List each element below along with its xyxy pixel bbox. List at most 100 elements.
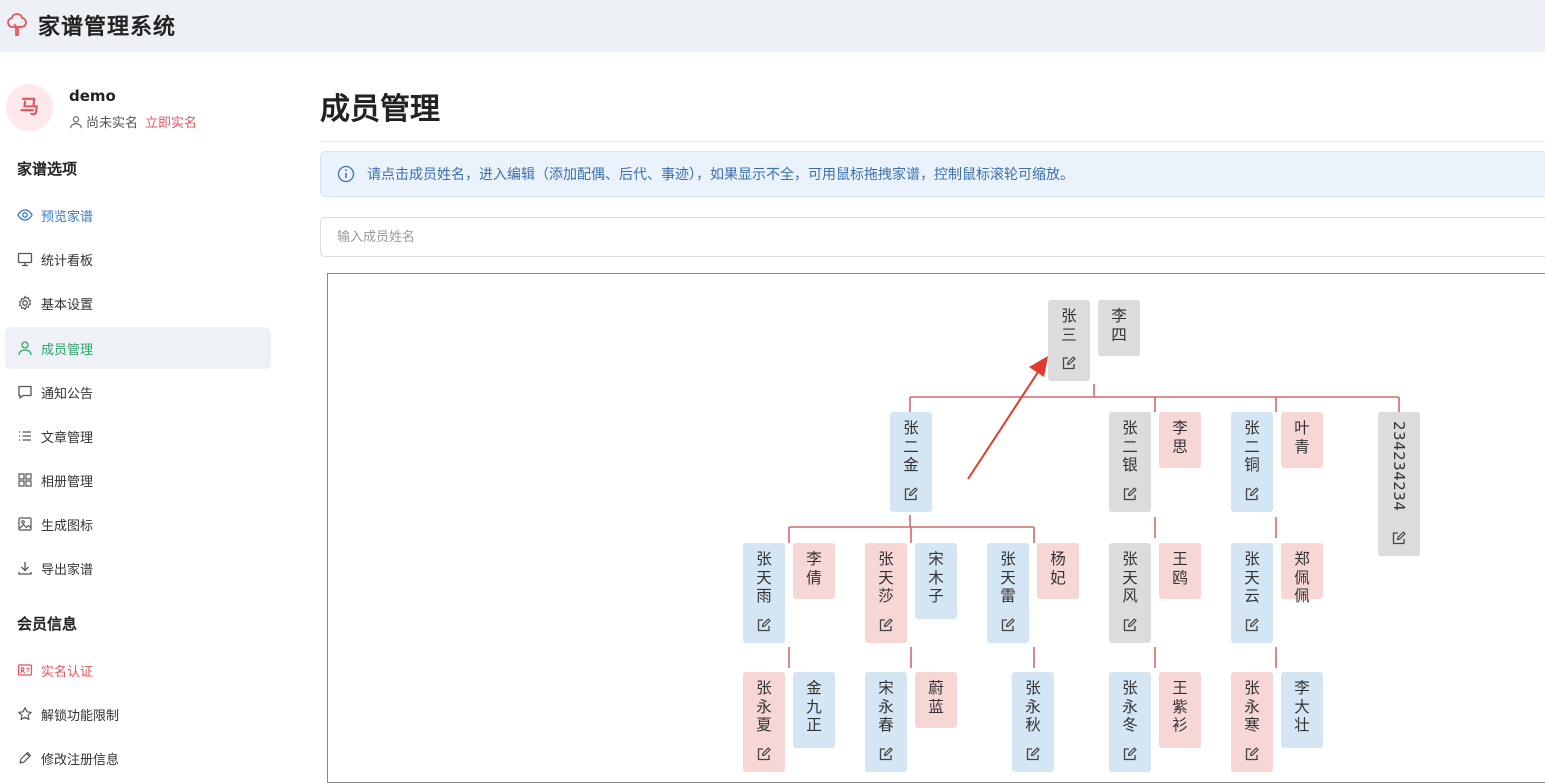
sidebar-item-articles[interactable]: 文章管理 [5, 415, 271, 457]
sidebar-item-profile[interactable]: 修改注册信息 [5, 737, 271, 779]
edit-icon[interactable] [1061, 355, 1077, 371]
member-name[interactable]: 张天莎 [865, 550, 907, 606]
member-name[interactable]: 郑佩佩 [1281, 550, 1323, 606]
member-node[interactable]: 杨妃 [1037, 543, 1079, 599]
edit-icon[interactable] [1244, 486, 1260, 502]
member-node[interactable]: 蔚蓝 [915, 672, 957, 728]
member-name[interactable]: 张三 [1048, 307, 1090, 344]
member-name[interactable]: 张永夏 [743, 679, 785, 735]
member-name[interactable]: 张永秋 [1012, 679, 1054, 735]
eye-icon [17, 209, 33, 221]
member-node[interactable]: 王紫衫 [1159, 672, 1201, 748]
sidebar-item-label: 统计看板 [41, 253, 94, 269]
member-name[interactable]: 宋永春 [865, 679, 907, 735]
avatar[interactable]: 马 [6, 84, 53, 131]
member-name[interactable]: 王鸥 [1159, 550, 1201, 587]
sidebar-item-notices[interactable]: 通知公告 [5, 371, 271, 413]
edit-icon[interactable] [878, 617, 894, 633]
member-name[interactable]: 蔚蓝 [915, 679, 957, 716]
member-node[interactable]: 宋木子 [915, 543, 957, 619]
member-name[interactable]: 张天云 [1231, 550, 1273, 606]
sidebar-item-icons[interactable]: 生成图标 [5, 503, 271, 545]
chat-icon [18, 385, 32, 399]
member-node[interactable]: 234234234 [1378, 412, 1420, 556]
member-node[interactable]: 李倩 [793, 543, 835, 599]
member-node[interactable]: 张永冬 [1109, 672, 1151, 772]
verify-now-link[interactable]: 立即实名 [145, 112, 197, 131]
edit-icon[interactable] [756, 746, 772, 762]
sidebar-item-preview[interactable]: 预览家谱 [5, 194, 271, 236]
pen-icon [19, 751, 32, 764]
sidebar-item-label: 文章管理 [41, 430, 94, 446]
edit-icon[interactable] [1000, 617, 1016, 633]
sidebar-item-label: 相册管理 [41, 474, 94, 490]
sidebar-item-settings[interactable]: 基本设置 [5, 282, 271, 324]
member-search-input[interactable] [320, 217, 1545, 257]
sidebar-item-verify[interactable]: 实名认证 [5, 649, 271, 691]
member-name[interactable]: 张天风 [1109, 550, 1151, 606]
member-name[interactable]: 杨妃 [1037, 550, 1079, 587]
sidebar-item-albums[interactable]: 相册管理 [5, 459, 271, 501]
section-title-family: 家谱选项 [17, 160, 78, 178]
sidebar-item-label: 生成图标 [41, 518, 94, 534]
sidebar-item-unlock[interactable]: 解锁功能限制 [5, 693, 271, 735]
sidebar-item-stats[interactable]: 统计看板 [5, 238, 271, 280]
member-node[interactable]: 李大壮 [1281, 672, 1323, 748]
edit-icon[interactable] [1025, 746, 1041, 762]
member-node[interactable]: 张天风 [1109, 543, 1151, 643]
member-node[interactable]: 张天云 [1231, 543, 1273, 643]
member-name[interactable]: 叶青 [1281, 419, 1323, 456]
member-node[interactable]: 叶青 [1281, 412, 1323, 468]
member-name[interactable]: 张永寒 [1231, 679, 1273, 735]
member-name[interactable]: 234234234 [1378, 421, 1420, 511]
member-name[interactable]: 张天雨 [743, 550, 785, 606]
sidebar-item-members[interactable]: 成员管理 [5, 327, 271, 369]
edit-icon[interactable] [1122, 617, 1138, 633]
member-node[interactable]: 张永夏 [743, 672, 785, 772]
user-icon [70, 115, 82, 128]
id-card-icon [17, 664, 33, 676]
sidebar-item-export[interactable]: 导出家谱 [5, 547, 271, 589]
member-name[interactable]: 李思 [1159, 419, 1201, 456]
edit-icon[interactable] [1122, 486, 1138, 502]
member-name[interactable]: 张二铜 [1231, 419, 1273, 475]
edit-icon[interactable] [756, 617, 772, 633]
member-node[interactable]: 王鸥 [1159, 543, 1201, 599]
member-name[interactable]: 王紫衫 [1159, 679, 1201, 735]
member-name[interactable]: 李四 [1098, 307, 1140, 344]
page-title: 成员管理 [320, 92, 440, 127]
star-icon [18, 707, 32, 721]
sidebar-item-label: 预览家谱 [41, 209, 94, 225]
member-node[interactable]: 宋永春 [865, 672, 907, 772]
family-tree-panel[interactable]: 张三李四张二金 张二银李思张二铜叶青 234234234 张天雨李倩张天莎宋木子张天雷… [327, 273, 1545, 783]
edit-icon[interactable] [1244, 617, 1260, 633]
member-node[interactable]: 李四 [1098, 300, 1140, 356]
member-node[interactable]: 郑佩佩 [1281, 543, 1323, 605]
edit-icon[interactable] [1122, 746, 1138, 762]
member-name[interactable]: 金九正 [793, 679, 835, 735]
member-name[interactable]: 李大壮 [1281, 679, 1323, 735]
member-name[interactable]: 张二金 [890, 419, 932, 475]
edit-icon[interactable] [903, 486, 919, 502]
edit-icon[interactable] [1244, 746, 1260, 762]
member-name[interactable]: 李倩 [793, 550, 835, 587]
member-name[interactable]: 宋木子 [915, 550, 957, 606]
member-node[interactable]: 金九正 [793, 672, 835, 748]
member-node[interactable]: 张二铜 [1231, 412, 1273, 512]
member-name[interactable]: 张二银 [1109, 419, 1151, 475]
member-node[interactable]: 张天雨 [743, 543, 785, 643]
member-node[interactable]: 张二金 [890, 412, 932, 512]
member-node[interactable]: 张三 [1048, 300, 1090, 381]
edit-icon[interactable] [878, 746, 894, 762]
top-bar: 家谱管理系统 [0, 0, 1545, 52]
member-node[interactable]: 张二银 [1109, 412, 1151, 512]
member-name[interactable]: 张天雷 [987, 550, 1029, 606]
member-node[interactable]: 李思 [1159, 412, 1201, 468]
member-node[interactable]: 张永寒 [1231, 672, 1273, 772]
member-node[interactable]: 张永秋 [1012, 672, 1054, 772]
sidebar: 马 demo 尚未实名 立即实名 家谱选项 预览家谱 统计看板 基本设置 成员管… [0, 52, 290, 772]
member-node[interactable]: 张天莎 [865, 543, 907, 643]
member-node[interactable]: 张天雷 [987, 543, 1029, 643]
member-name[interactable]: 张永冬 [1109, 679, 1151, 735]
edit-icon[interactable] [1391, 530, 1407, 546]
